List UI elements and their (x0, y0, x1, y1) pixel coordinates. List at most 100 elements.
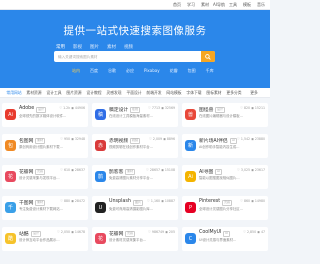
top-nav-item[interactable]: 素材 (198, 1, 212, 8)
category-item[interactable]: 字体下载 (184, 90, 204, 96)
site-description: 在线设计工具模板海量素材... (109, 114, 153, 118)
engine-option[interactable]: Pixabay (144, 68, 160, 74)
category-item[interactable]: 设计工具 (44, 90, 64, 96)
site-tag: 素材 (35, 138, 46, 144)
search-box[interactable]: 输入关键词搜索图片素材 (54, 51, 215, 62)
view-count: 28637 (74, 168, 85, 172)
site-tag: 灵感 (222, 200, 233, 206)
category-item[interactable]: 灵感发现 (104, 90, 124, 96)
search-tab[interactable]: 素材 (107, 44, 116, 50)
site-stats: ♡ 1,542 ◉ 23880 (237, 137, 265, 141)
category-item[interactable]: 更多分类 (224, 90, 244, 96)
hero-banner: 提供一站式快速搜索图像服务 常用 影视 图片 素材 视频 输入关键词搜索图片素材… (0, 10, 270, 88)
site-card[interactable]: C CoolMyUI UI ♡ 2,850 ◉ 47 UI设计灵感与界面素材... (182, 227, 268, 251)
site-card[interactable]: 鹊鹊客客 素材 ♡ 28657 ◉ 15108 免费高清图片素材分享平台... (92, 165, 178, 189)
site-tag: 灵感 (125, 231, 136, 237)
engine-option[interactable]: 花瓣 (170, 68, 178, 74)
site-card[interactable]: 包包图网 素材 ♡ 950 ◉ 32948 原创商用设计图片素材下载... (2, 134, 88, 158)
site-name[interactable]: 花瓣网 (19, 168, 33, 175)
category-item[interactable]: 素材资源 (24, 90, 44, 96)
site-description: 设计灵感采集与发现平台... (19, 176, 60, 180)
category-item[interactable]: 图片资源 (64, 90, 84, 96)
engine-option[interactable]: 千库 (206, 68, 214, 74)
site-tag: AI (230, 138, 237, 144)
category-item[interactable]: 网站模板 (164, 90, 184, 96)
site-tag: 设计 (31, 231, 42, 237)
top-nav-item[interactable]: AI导航 (212, 1, 226, 8)
like-count: 28657 (149, 168, 161, 172)
site-name[interactable]: CoolMyUI (199, 230, 221, 235)
engine-option[interactable]: 必应 (126, 68, 134, 74)
category-item[interactable]: 平面设计 (124, 90, 144, 96)
search-tab[interactable]: 视频 (124, 44, 133, 50)
site-card[interactable]: 花花瓣网 灵感 ♡ 610 ◉ 28637 设计灵感采集与发现平台... (2, 165, 88, 189)
top-bar: 首页 学习 素材 AI导航 工具 模板 音乐 (0, 0, 270, 10)
site-stats: ♡ 2,850 ◉ 47 (243, 230, 265, 234)
site-card[interactable]: 花花瓣网 灵感 ♡ 986749 ◉ 205 设计素材灵感采集平台... (92, 227, 178, 251)
site-description: UI设计灵感与界面素材... (199, 238, 237, 242)
site-name[interactable]: 新片场AI伴侣 (199, 137, 228, 144)
site-logo-icon: 赤 (95, 140, 106, 151)
site-card[interactable]: 兽图怪兽 设计 ♡ 820 ◉ 15211 在线图片编辑器与设计模板... (182, 103, 268, 127)
category-item[interactable]: 更多 (244, 90, 264, 96)
site-card[interactable]: 新新片场AI伴侣 AI ♡ 1,542 ◉ 23880 AI创作助手智能内容生成... (182, 134, 268, 158)
site-name[interactable]: 千图网 (19, 199, 33, 206)
site-stats: ♡ 950 ◉ 32948 (60, 137, 85, 141)
top-nav-item[interactable]: 工具 (226, 1, 240, 8)
site-tag: UI (223, 231, 231, 237)
category-item[interactable]: 前端开发 (144, 90, 164, 96)
site-name[interactable]: Adobe (19, 106, 34, 111)
view-count: 15108 (164, 168, 175, 172)
top-nav-item[interactable]: 学习 (184, 1, 198, 8)
view-count: 47 (260, 230, 265, 234)
engine-option[interactable]: 包图 (188, 68, 196, 74)
site-stats: ♡ 820 ◉ 15211 (240, 106, 265, 110)
top-nav-item[interactable]: 音乐 (254, 1, 268, 8)
site-description: 设计师互动平台作品展示... (19, 238, 60, 242)
search-icon (205, 53, 211, 60)
site-card[interactable]: 赤赤明视频 视频 ♡ 2,009 ◉ 8896 视频剪辑在线创作素材平台... (92, 134, 178, 158)
top-nav-item[interactable]: 模板 (240, 1, 254, 8)
site-card[interactable]: 千千图网 素材 ♡ 880 ◉ 28472 专注免费设计素材下载网站... (2, 196, 88, 220)
category-item[interactable]: 常用网站 (4, 90, 24, 96)
site-card[interactable]: 酷站酷 设计 ♡ 2,050 ◉ 14678 设计师互动平台作品展示... (2, 227, 88, 251)
site-name[interactable]: 站酷 (19, 230, 29, 237)
site-name[interactable]: AI寻图 (199, 168, 213, 175)
engine-option[interactable]: 谷歌 (108, 68, 116, 74)
top-nav-item[interactable]: 首页 (170, 1, 184, 8)
site-name[interactable]: Unsplash (109, 199, 131, 204)
site-stats: ♡ 28657 ◉ 15108 (146, 168, 175, 172)
category-item[interactable]: 图标素材 (204, 90, 224, 96)
engine-option[interactable]: 百度 (90, 68, 98, 74)
site-tag: 在线 (130, 107, 141, 113)
site-card[interactable]: 稿稿定设计 在线 ♡ 7713 ◉ 32569 在线设计工具模板海量素材... (92, 103, 178, 127)
site-card[interactable]: U Unsplash 图片 ♡ 1,160 ◉ 10887 免费可商用高清摄影图片库..… (92, 196, 178, 220)
site-name[interactable]: 赤明视频 (109, 137, 128, 144)
search-button[interactable] (201, 51, 215, 62)
search-tab[interactable]: 影视 (73, 44, 82, 50)
search-tab[interactable]: 图片 (90, 44, 99, 50)
category-item[interactable]: 设计教程 (84, 90, 104, 96)
site-name[interactable]: Pinterest (199, 199, 220, 204)
search-tab[interactable]: 常用 (56, 44, 65, 50)
like-count: 3,025 (240, 168, 251, 172)
site-logo-icon: P (185, 202, 196, 213)
site-description: 免费高清图片素材分享平台... (109, 176, 153, 180)
site-name[interactable]: 稿定设计 (109, 106, 128, 113)
site-name[interactable]: 鹊客客 (109, 168, 123, 175)
site-name[interactable]: 包图网 (19, 137, 33, 144)
site-name[interactable]: 花瓣网 (109, 230, 123, 237)
category-list: 常用网站 素材资源 设计工具 图片资源 设计教程 灵感发现 平面设计 前端开发 … (4, 90, 264, 96)
search-input[interactable]: 输入关键词搜索图片素材 (58, 55, 98, 60)
site-card[interactable]: P Pinterest 灵感 ♡ 860 ◉ 14980 全球设计灵感图片分享社区... (182, 196, 268, 220)
site-card[interactable]: Ai AI寻图 AI ♡ 3,025 ◉ 23617 智能以图搜图找相似图片... (182, 165, 268, 189)
site-logo-icon: 鹊 (95, 171, 106, 182)
engine-option[interactable]: 站内 (72, 68, 80, 74)
site-stats: ♡ 3,025 ◉ 23617 (237, 168, 265, 172)
site-logo-icon: 兽 (185, 109, 196, 120)
site-card[interactable]: Ai Adobe 设计 ♡ 1.2k ◉ 44906 全球领先的数字媒体设计软件... (2, 103, 88, 127)
site-logo-icon: 酷 (5, 233, 16, 244)
site-name[interactable]: 图怪兽 (199, 106, 213, 113)
like-count: 1.2k (63, 106, 71, 110)
site-description: 设计素材灵感采集平台... (109, 238, 147, 242)
